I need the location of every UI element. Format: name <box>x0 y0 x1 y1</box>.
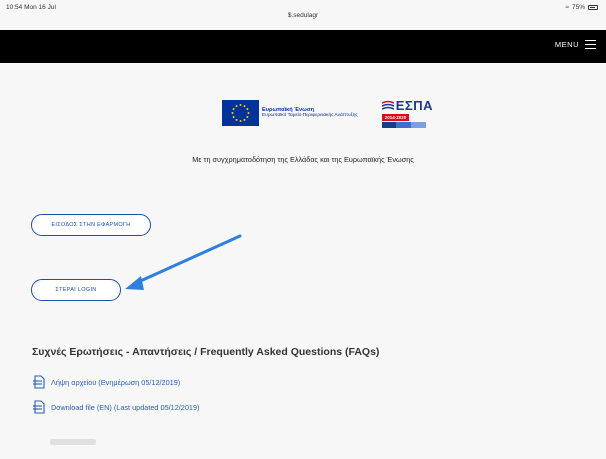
file-icon <box>33 400 45 414</box>
placeholder-bar <box>50 439 96 445</box>
faq-download-link-en[interactable]: Download file (EN) (Last updated 05/12/2… <box>32 400 199 414</box>
faq-download-link-el[interactable]: Λήψη αρχείου (Ενημέρωση 05/12/2019) <box>32 375 180 389</box>
annotation-arrow <box>125 234 242 290</box>
faq-title: Συχνές Ερωτήσεις - Απαντήσεις / Frequent… <box>32 346 380 358</box>
faq-link-label: Λήψη αρχείου (Ενημέρωση 05/12/2019) <box>51 377 181 387</box>
file-icon <box>33 375 45 389</box>
faq-link-label: Download file (EN) (Last updated 05/12/2… <box>51 402 200 412</box>
